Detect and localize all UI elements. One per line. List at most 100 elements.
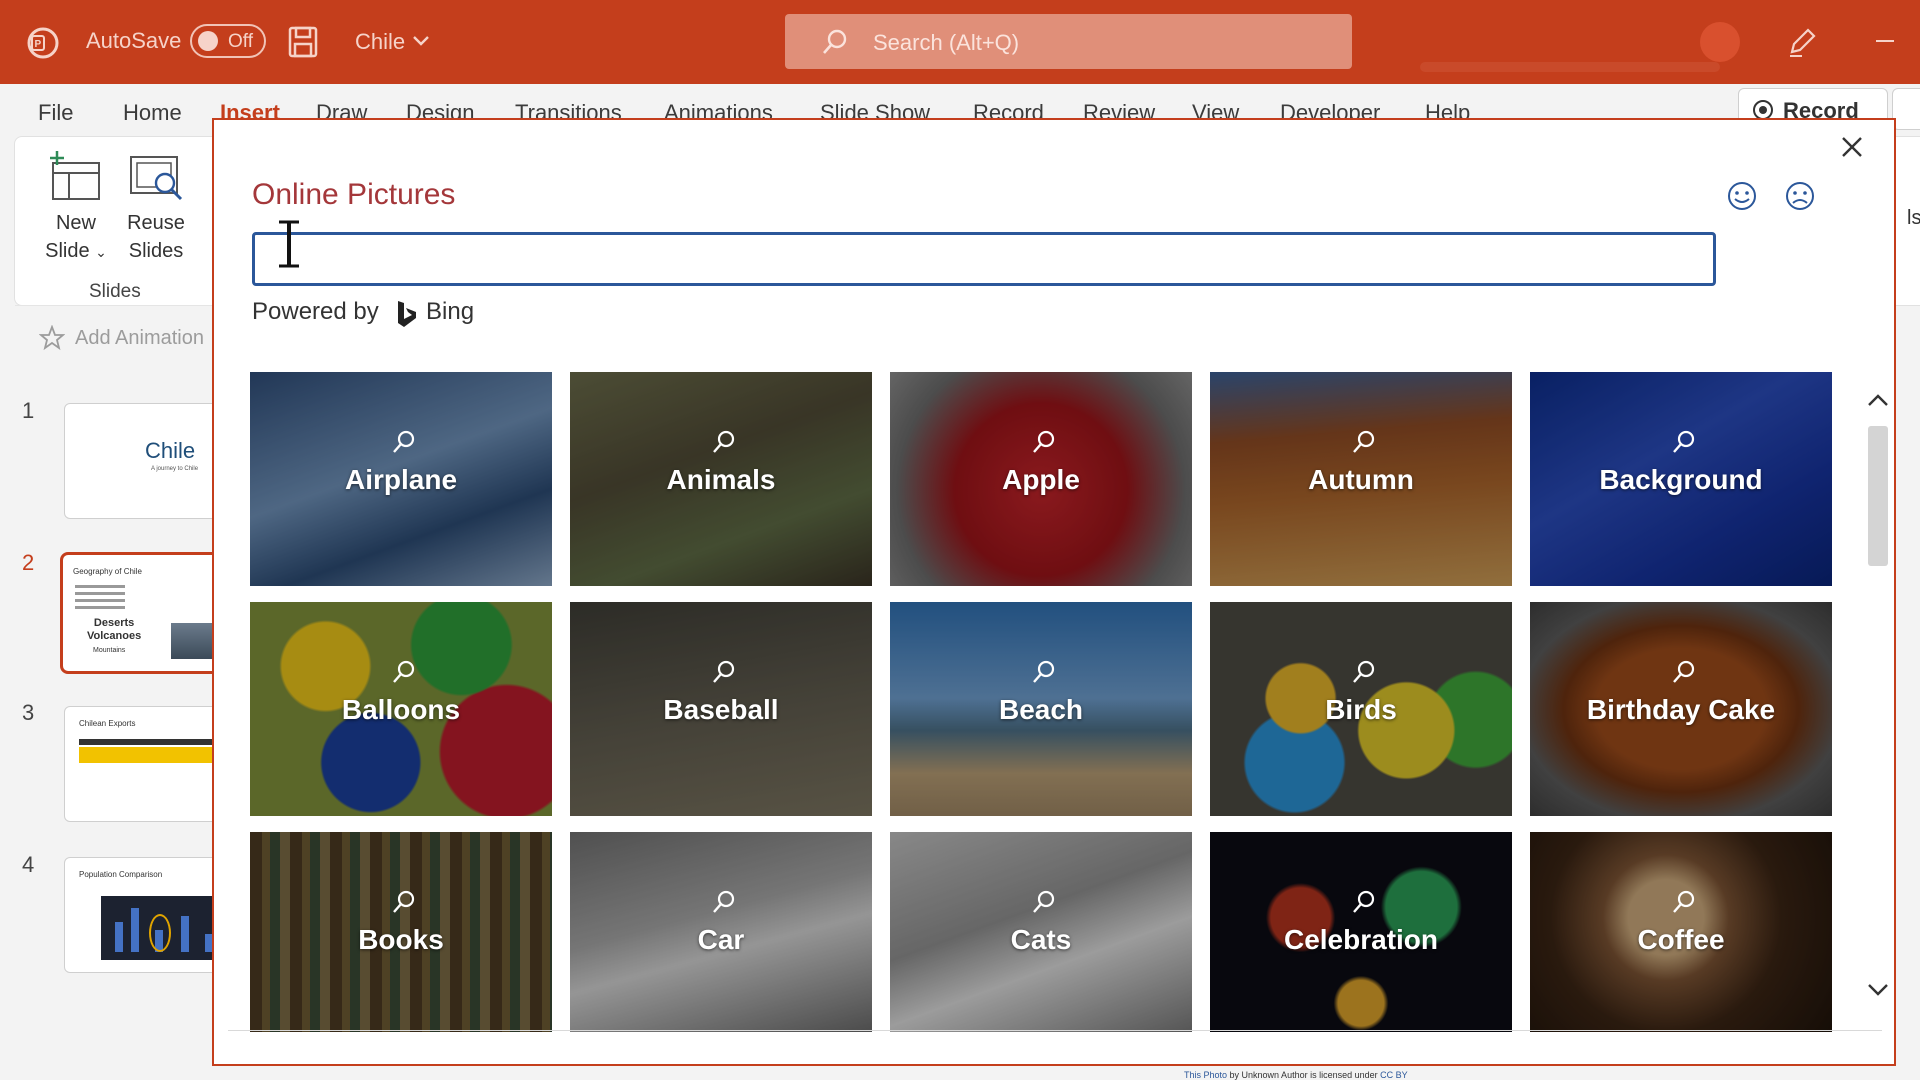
slide-thumbnail-1[interactable]: Chile A journey to Chile xyxy=(64,403,224,519)
new-slide-icon[interactable] xyxy=(47,151,103,203)
designer-pen-icon[interactable] xyxy=(1786,26,1818,58)
license-link[interactable]: CC BY xyxy=(1380,1070,1408,1080)
photo-attribution: This Photo by Unknown Author is licensed… xyxy=(1184,1070,1408,1080)
slide-title: Population Comparison xyxy=(79,870,163,879)
bing-logo-icon xyxy=(398,301,416,327)
save-icon[interactable] xyxy=(288,26,318,58)
avatar[interactable] xyxy=(1700,22,1740,62)
close-icon[interactable] xyxy=(1839,134,1865,160)
category-grid: Airplane Animals Apple Autumn Background xyxy=(250,372,1840,1032)
category-tile[interactable]: Coffee xyxy=(1530,832,1832,1032)
text-cursor-icon xyxy=(279,220,299,268)
search-icon xyxy=(823,29,847,54)
category-label: Baseball xyxy=(663,694,779,725)
search-icon xyxy=(1353,660,1375,683)
scroll-down-icon[interactable] xyxy=(1866,980,1890,1000)
category-tile[interactable]: Balloons xyxy=(250,602,552,816)
search-icon xyxy=(1673,660,1695,683)
category-label: Animals xyxy=(666,464,776,495)
slides-group-label: Slides xyxy=(89,281,141,302)
chevron-down-icon[interactable]: ⌄ xyxy=(95,244,107,260)
slide-title: Chilean Exports xyxy=(79,719,136,728)
category-tile[interactable]: Beach xyxy=(890,602,1192,816)
search-icon xyxy=(393,890,415,913)
search-icon xyxy=(1673,430,1695,453)
slide-table-body xyxy=(79,747,223,763)
new-slide-label-line1: New xyxy=(55,212,96,234)
star-icon xyxy=(39,325,65,351)
comments-button[interactable] xyxy=(1892,88,1920,130)
category-tile[interactable]: Apple xyxy=(890,372,1192,586)
category-tile[interactable]: Baseball xyxy=(570,602,872,816)
slide-number: 1 xyxy=(22,398,35,423)
search-icon xyxy=(1033,660,1055,683)
slide-big-text: Deserts Volcanoes xyxy=(87,617,142,642)
search-icon xyxy=(713,660,735,683)
scrollbar-thumb[interactable] xyxy=(1868,426,1888,566)
bing-search-input[interactable] xyxy=(252,232,1716,286)
add-animation-label: Add Animation xyxy=(75,327,204,349)
category-label: Car xyxy=(697,924,745,955)
slide-thumbnail-2[interactable]: Geography of Chile Deserts Volcanoes Mou… xyxy=(60,552,228,674)
new-slide-button[interactable]: New Slide ⌄ xyxy=(41,209,111,266)
powerpoint-logo-icon: P xyxy=(27,27,59,59)
slide-chart xyxy=(101,896,223,960)
slide-bullets xyxy=(75,585,125,613)
new-slide-label-line2: Slide xyxy=(45,240,90,262)
autosave-toggle[interactable]: Off xyxy=(190,24,266,58)
category-label: Beach xyxy=(998,694,1084,725)
bing-label: Bing xyxy=(426,298,475,325)
slide-thumbnail-4[interactable]: Population Comparison xyxy=(64,857,224,973)
slide-number: 4 xyxy=(22,852,35,877)
toggle-state: Off xyxy=(228,31,253,52)
category-tile[interactable]: Celebration xyxy=(1210,832,1512,1032)
scroll-up-icon[interactable] xyxy=(1866,390,1890,410)
search-icon xyxy=(1353,890,1375,913)
tab-file[interactable]: File xyxy=(38,100,73,126)
category-tile[interactable]: Car xyxy=(570,832,872,1032)
attribution-link[interactable]: This Photo xyxy=(1184,1070,1227,1080)
category-tile[interactable]: Cats xyxy=(890,832,1192,1032)
record-icon xyxy=(1753,100,1773,120)
reuse-slides-icon[interactable] xyxy=(127,151,185,203)
category-tile[interactable]: Animals xyxy=(570,372,872,586)
category-tile[interactable]: Airplane xyxy=(250,372,552,586)
category-tile[interactable]: Background xyxy=(1530,372,1832,586)
slide-small-text: Mountains xyxy=(93,647,126,654)
reuse-label-line1: Reuse xyxy=(127,212,185,234)
reuse-slides-button[interactable]: Reuse Slides xyxy=(121,209,191,265)
powerpoint-window: P AutoSave Off Chile Search (Alt+Q) File… xyxy=(0,0,1920,1080)
slide-number: 3 xyxy=(22,700,35,725)
category-tile[interactable]: Birds xyxy=(1210,602,1512,816)
category-label: Background xyxy=(1599,464,1763,495)
smile-feedback-icon[interactable] xyxy=(1726,180,1758,212)
search-icon xyxy=(1033,430,1055,453)
category-tile[interactable]: Autumn xyxy=(1210,372,1512,586)
category-label: Books xyxy=(358,924,444,955)
search-icon xyxy=(393,660,415,683)
category-label: Coffee xyxy=(1637,924,1725,955)
frown-feedback-icon[interactable] xyxy=(1784,180,1816,212)
search-icon xyxy=(713,890,735,913)
search-icon xyxy=(1033,890,1055,913)
divider xyxy=(228,1030,1882,1031)
category-label: Birthday Cake xyxy=(1586,694,1776,725)
minimize-button[interactable] xyxy=(1876,40,1894,42)
slide-number: 2 xyxy=(22,550,35,575)
category-label: Autumn xyxy=(1308,464,1414,495)
autosave-label: AutoSave xyxy=(86,28,182,53)
slide-title: Chile xyxy=(145,438,196,463)
document-name[interactable]: Chile xyxy=(355,29,405,55)
category-tile[interactable]: Books xyxy=(250,832,552,1032)
category-tile[interactable]: Birthday Cake xyxy=(1530,602,1832,816)
tab-home[interactable]: Home xyxy=(123,100,182,126)
search-box[interactable]: Search (Alt+Q) xyxy=(785,14,1352,69)
search-icon xyxy=(713,430,735,453)
chevron-down-icon[interactable] xyxy=(412,34,430,48)
divider xyxy=(15,305,225,306)
slide-thumbnail-3[interactable]: Chilean Exports xyxy=(64,706,224,822)
search-icon xyxy=(1353,430,1375,453)
online-pictures-dialog: Online Pictures Powered by Bing Airplane xyxy=(212,118,1896,1066)
add-animation-button[interactable]: Add Animation xyxy=(39,325,204,351)
slide-title: Geography of Chile xyxy=(73,567,142,576)
